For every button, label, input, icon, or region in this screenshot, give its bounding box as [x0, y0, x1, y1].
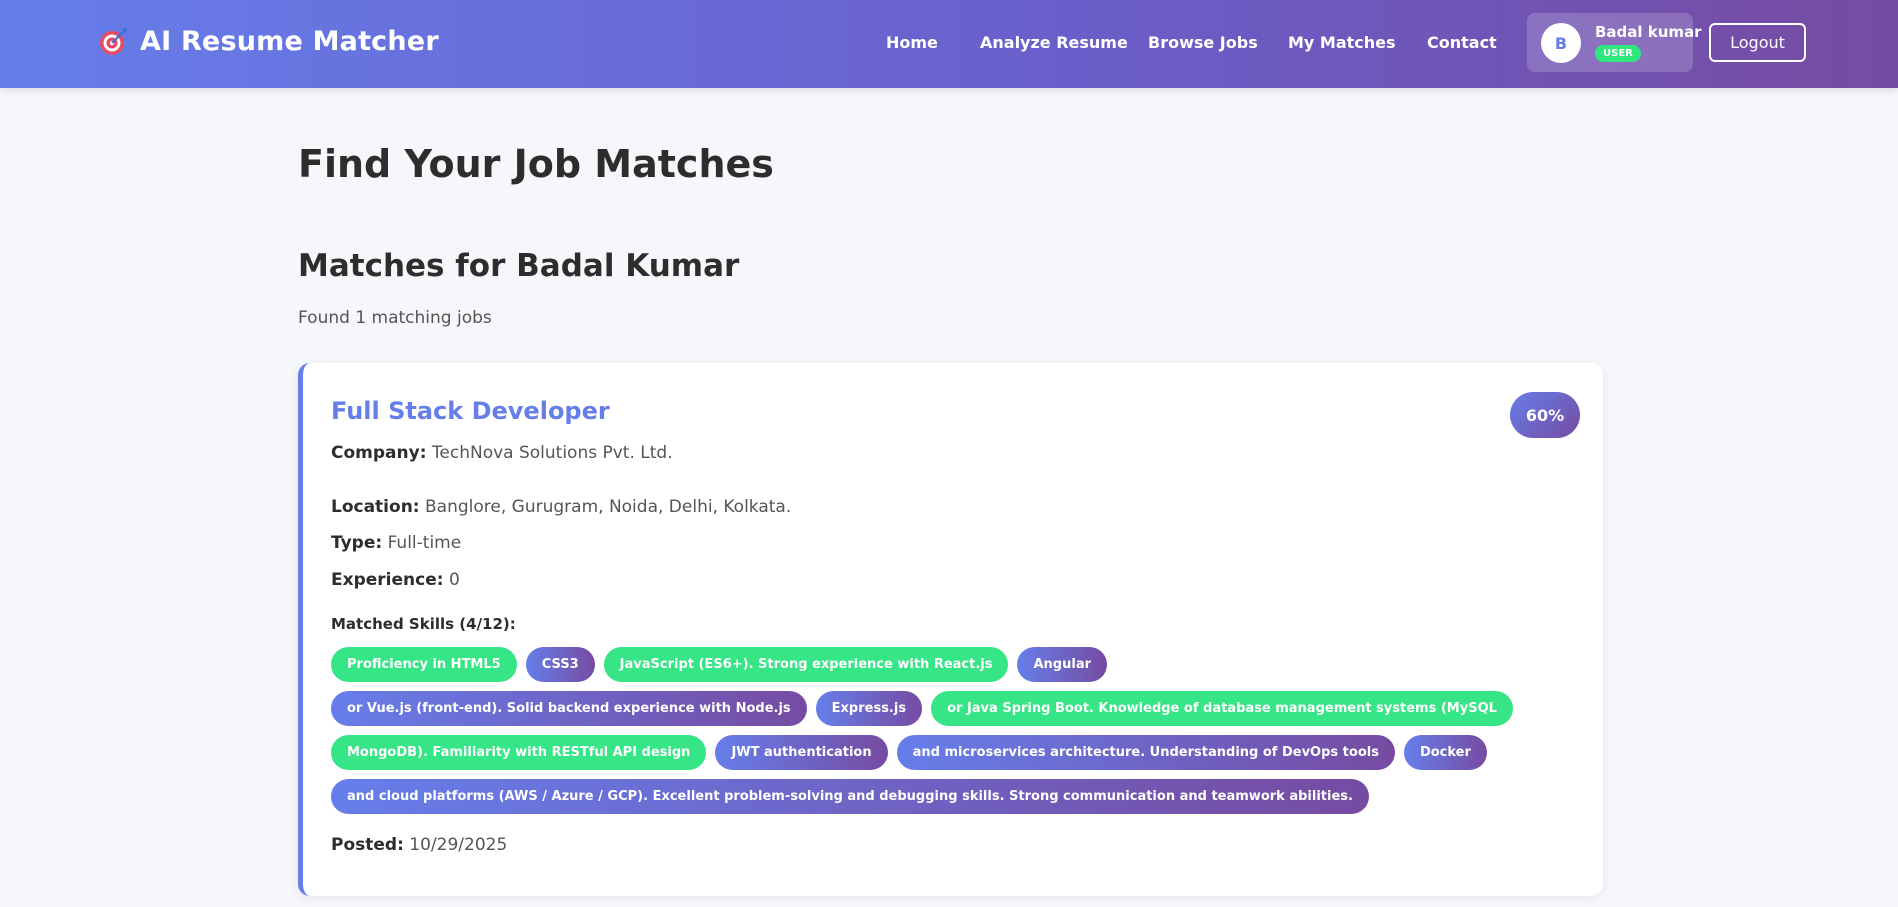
experience-label: Experience: [331, 570, 444, 590]
skill-chip: and cloud platforms (AWS / Azure / GCP).… [331, 779, 1369, 814]
user-name: Badal kumar [1595, 23, 1702, 41]
experience-value: 0 [448, 570, 460, 590]
results-count: Found 1 matching jobs [298, 308, 492, 328]
skill-chip: and microservices architecture. Understa… [896, 735, 1395, 770]
logout-button[interactable]: Logout [1709, 23, 1806, 62]
skill-chip: Angular [1017, 647, 1108, 682]
nav-analyze-resume[interactable]: Analyze Resume [980, 33, 1128, 52]
skill-chip: JWT authentication [715, 735, 888, 770]
user-profile[interactable]: B Badal kumar USER [1527, 13, 1702, 72]
company-label: Company: [331, 443, 427, 463]
section-title: Matches for Badal Kumar [298, 248, 740, 284]
skill-chip: or Java Spring Boot. Knowledge of databa… [931, 691, 1513, 726]
company-value: TechNova Solutions Pvt. Ltd. [431, 443, 673, 463]
avatar: B [1541, 23, 1581, 63]
skills-label: Matched Skills (4/12): [331, 615, 516, 633]
company-line: Company: TechNova Solutions Pvt. Ltd. [331, 443, 673, 463]
skill-chip: Docker [1403, 735, 1487, 770]
type-label: Type: [331, 533, 383, 553]
brand-logo[interactable]: AI Resume Matcher [98, 26, 439, 57]
skill-chip: Express.js [815, 691, 923, 726]
type-line: Type: Full-time [331, 533, 461, 553]
skills-list: Proficiency in HTML5 CSS3 JavaScript (ES6+… [331, 647, 1591, 814]
nav-home[interactable]: Home [886, 33, 938, 52]
nav-my-matches[interactable]: My Matches [1288, 33, 1396, 52]
posted-line: Posted: 10/29/2025 [331, 835, 507, 855]
type-value: Full-time [387, 533, 462, 553]
page-title: Find Your Job Matches [298, 142, 774, 186]
skill-chip: MongoDB). Familiarity with RESTful API d… [331, 735, 707, 770]
brand-name: AI Resume Matcher [140, 26, 439, 57]
job-title[interactable]: Full Stack Developer [331, 397, 610, 425]
navbar: AI Resume Matcher Home Analyze Resume Br… [0, 0, 1898, 88]
posted-label: Posted: [331, 835, 404, 855]
location-value: Banglore, Gurugram, Noida, Delhi, Kolkat… [425, 497, 792, 517]
skill-chip: JavaScript (ES6+). Strong experience wit… [603, 647, 1009, 682]
location-label: Location: [331, 497, 420, 517]
posted-date: 10/29/2025 [409, 835, 508, 855]
target-icon [100, 27, 127, 55]
skill-chip: Proficiency in HTML5 [331, 647, 517, 682]
skill-chip: or Vue.js (front-end). Solid backend exp… [331, 691, 807, 726]
role-badge: USER [1595, 45, 1641, 62]
job-card[interactable]: Full Stack Developer 60% Company: TechNo… [298, 363, 1603, 896]
location-line: Location: Banglore, Gurugram, Noida, Del… [331, 497, 791, 517]
nav-contact[interactable]: Contact [1427, 33, 1497, 52]
match-score-badge: 60% [1510, 392, 1580, 438]
skill-chip: CSS3 [525, 647, 595, 682]
experience-line: Experience: 0 [331, 570, 460, 590]
nav-browse-jobs[interactable]: Browse Jobs [1148, 33, 1258, 52]
